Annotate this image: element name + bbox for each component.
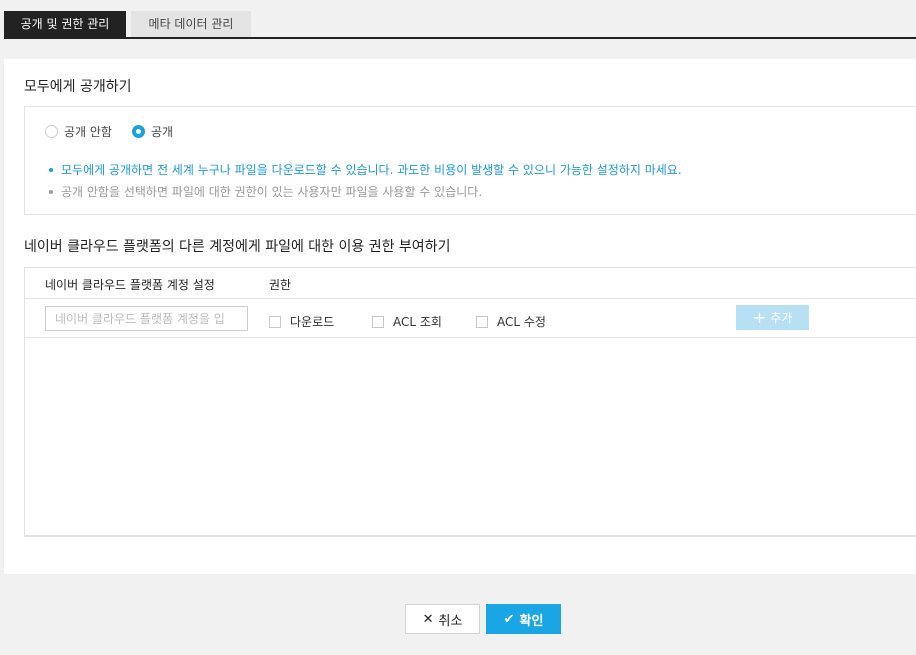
permission-table-header: 네이버 클라우드 플랫폼 계정 설정 권한: [25, 268, 916, 299]
tab-bar: 공개 및 권한 관리 메타 데이터 관리: [4, 11, 251, 38]
notes-list: 모두에게 공개하면 전 세계 누구나 파일을 다운로드할 수 있습니다. 과도한…: [49, 159, 682, 203]
add-button[interactable]: + 추가: [736, 305, 809, 330]
note-private-info: 공개 안함을 선택하면 파일에 대한 권한이 있는 사용자만 파일을 사용할 수…: [49, 181, 682, 203]
col-account-header: 네이버 클라우드 플랫폼 계정 설정: [45, 278, 215, 292]
radio-private[interactable]: 공개 안함: [45, 123, 112, 140]
checkbox-acl-read[interactable]: ACL 조회: [372, 313, 442, 330]
radio-private-circle[interactable]: [45, 125, 58, 138]
confirm-button-label: 확인: [519, 613, 544, 629]
content-panel: 모두에게 공개하기 공개 안함 공개 모두에게 공개하면 전 세계 누구나 파일…: [4, 59, 916, 574]
check-icon: ✔: [503, 611, 515, 627]
checkbox-acl-read-label: ACL 조회: [393, 315, 442, 329]
checkbox-acl-read-box[interactable]: [372, 315, 384, 328]
permission-table: 네이버 클라우드 플랫폼 계정 설정 권한 다운로드 ACL 조회 ACL 수정…: [24, 267, 916, 537]
col-permission-header: 권한: [269, 278, 292, 292]
cancel-button[interactable]: ✕ 취소: [405, 604, 480, 634]
permission-section-title: 네이버 클라우드 플랫폼의 다른 계정에게 파일에 대한 이용 권한 부여하기: [24, 239, 451, 255]
tab-metadata[interactable]: 메타 데이터 관리: [131, 11, 251, 38]
close-icon: ✕: [422, 611, 434, 627]
checkbox-acl-write[interactable]: ACL 수정: [476, 313, 546, 330]
checkbox-download[interactable]: 다운로드: [269, 313, 334, 330]
public-section-title: 모두에게 공개하기: [24, 79, 132, 95]
checkbox-acl-write-box[interactable]: [476, 315, 488, 328]
radio-public-label: 공개: [150, 125, 174, 139]
public-settings-box: 공개 안함 공개 모두에게 공개하면 전 세계 누구나 파일을 다운로드할 수 …: [24, 106, 916, 215]
table-bottom-border: [25, 535, 916, 536]
checkbox-download-box[interactable]: [269, 315, 281, 328]
checkbox-acl-write-label: ACL 수정: [497, 315, 546, 329]
tab-public-permissions[interactable]: 공개 및 권한 관리: [4, 11, 126, 38]
plus-icon: +: [752, 307, 767, 327]
radio-public[interactable]: 공개: [131, 123, 174, 140]
note-public-warning: 모두에게 공개하면 전 세계 누구나 파일을 다운로드할 수 있습니다. 과도한…: [49, 159, 682, 181]
cancel-button-label: 취소: [438, 613, 463, 629]
visibility-radio-group: 공개 안함 공개: [45, 123, 193, 140]
confirm-button[interactable]: ✔ 확인: [486, 604, 561, 634]
checkbox-download-label: 다운로드: [290, 315, 335, 329]
radio-public-circle[interactable]: [131, 125, 145, 138]
tab-underline: [4, 37, 916, 39]
radio-private-label: 공개 안함: [64, 125, 112, 139]
permission-input-row: 다운로드 ACL 조회 ACL 수정 + 추가: [25, 299, 916, 338]
account-input[interactable]: [45, 306, 248, 331]
add-button-label: 추가: [770, 311, 793, 325]
